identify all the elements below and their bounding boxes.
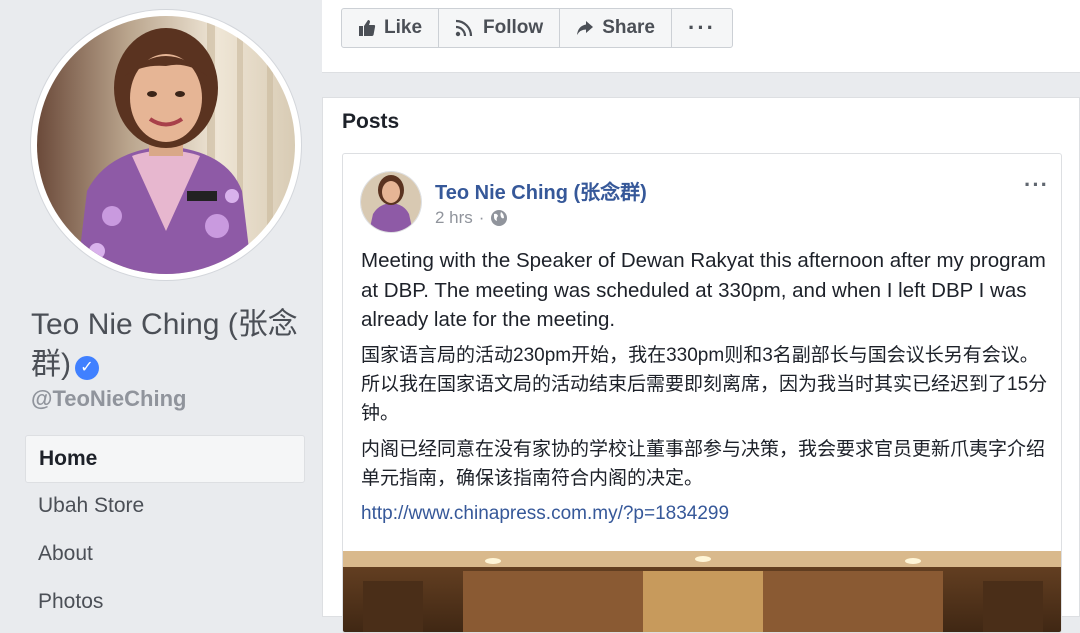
post-avatar-image <box>361 172 421 232</box>
page-action-bar: Like Follow Share ··· <box>322 0 1080 73</box>
page-nav: Home Ubah Store About Photos <box>25 435 305 627</box>
profile-photo-image <box>37 16 295 274</box>
post-text-english: Meeting with the Speaker of Dewan Rakyat… <box>361 249 1046 331</box>
nav-item-ubah-store[interactable]: Ubah Store <box>25 483 305 531</box>
like-button[interactable]: Like <box>341 8 440 48</box>
action-button-group: Like Follow Share ··· <box>341 8 733 48</box>
post-text-chinese-2: 内阁已经同意在没有家协的学校让董事部参与决策，我会要求官员更新爪夷字介绍单元指南… <box>361 438 1046 489</box>
post-photo-image <box>343 551 1061 632</box>
posts-section: Posts Teo Nie Ching (张念群) 2 hrs · ··· Me… <box>322 97 1080 633</box>
post-timestamp[interactable]: 2 hrs <box>435 208 473 228</box>
post-author-name[interactable]: Teo Nie Ching (张念群) <box>435 176 647 205</box>
profile-picture[interactable] <box>31 10 301 280</box>
posts-heading: Posts <box>342 110 400 133</box>
more-options-button[interactable]: ··· <box>671 8 733 48</box>
post-photo[interactable] <box>343 551 1061 632</box>
share-label: Share <box>602 17 655 38</box>
follow-label: Follow <box>483 17 544 38</box>
verified-badge-icon: ✓ <box>75 356 99 380</box>
meta-separator: · <box>478 208 485 227</box>
globe-icon[interactable] <box>490 209 508 227</box>
post-body: Meeting with the Speaker of Dewan Rakyat… <box>361 246 1051 525</box>
follow-button[interactable]: Follow <box>438 8 561 48</box>
page-handle[interactable]: @TeoNieChing <box>31 386 186 412</box>
profile-photo[interactable] <box>37 16 295 274</box>
rss-feed-icon <box>455 19 473 37</box>
page-name: Teo Nie Ching (张念群) ✓ <box>31 305 311 385</box>
post-author-avatar[interactable] <box>361 172 421 232</box>
post-link[interactable]: http://www.chinapress.com.my/?p=1834299 <box>361 503 1051 525</box>
post-meta: 2 hrs · <box>435 208 508 228</box>
nav-item-photos[interactable]: Photos <box>25 579 305 627</box>
nav-item-about[interactable]: About <box>25 531 305 579</box>
post-options-icon[interactable]: ··· <box>1024 172 1049 198</box>
thumbs-up-icon <box>359 20 376 36</box>
left-column: Teo Nie Ching (张念群) ✓ @TeoNieChing Home U… <box>0 0 322 613</box>
like-label: Like <box>384 17 423 38</box>
post-text-chinese-1: 国家语言局的活动230pm开始，我在330pm则和3名副部长与国会议长另有会议。… <box>361 344 1048 424</box>
share-arrow-icon <box>577 21 594 35</box>
share-button[interactable]: Share <box>559 8 672 48</box>
nav-item-home[interactable]: Home <box>25 435 305 483</box>
post-card: Teo Nie Ching (张念群) 2 hrs · ··· Meeting … <box>342 153 1062 633</box>
page-name-text: Teo Nie Ching (张念群) <box>31 308 298 381</box>
